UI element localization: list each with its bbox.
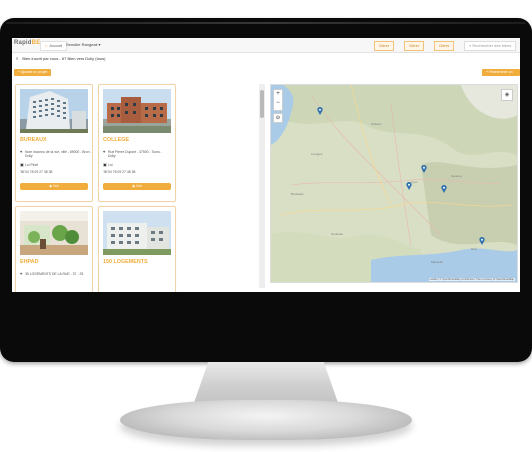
- search-property-button[interactable]: + Rechercher un bien: [482, 69, 520, 81]
- list-scrollbar[interactable]: [259, 84, 265, 288]
- view-button[interactable]: ◉ Voir: [20, 183, 88, 190]
- property-card[interactable]: COLLEGE ⌖ Rue Pierre Dupont - 37500 - Tou…: [98, 84, 176, 202]
- map-marker-icon[interactable]: [479, 237, 485, 245]
- map-marker-icon[interactable]: [441, 185, 447, 193]
- map-zoom-control[interactable]: + −: [273, 89, 283, 111]
- card-title: COLLEGE: [103, 137, 130, 143]
- card-address-line2: Dolly: [25, 154, 33, 158]
- results-title: ≡ Bien inscrit par vous - 67 Bien vers Do…: [16, 56, 106, 61]
- card-title: 150 LOGEMENTS: [103, 259, 148, 265]
- add-project-button[interactable]: + Ajouter un projet: [14, 69, 52, 76]
- card-type: ▣Loi: [103, 162, 113, 167]
- top-bar: RapidBE ⌂ Accueil Sensibe Rangeaii ▾ Gére…: [12, 38, 520, 53]
- svg-text:Marseille: Marseille: [431, 260, 443, 264]
- property-photo: [20, 211, 88, 255]
- monitor-stand-base: [120, 400, 412, 440]
- locate-icon[interactable]: ⊙: [273, 113, 283, 123]
- map-attribution[interactable]: Leaflet | © OpenStreetMap contributors, …: [428, 278, 515, 281]
- monitor: RapidBE ⌂ Accueil Sensibe Rangeaii ▾ Gére…: [0, 0, 532, 452]
- screen: RapidBE ⌂ Accueil Sensibe Rangeaii ▾ Gére…: [12, 38, 520, 292]
- map[interactable]: Limoges Lyon Genève Toulouse Marseille Nice …: [270, 84, 518, 283]
- map-marker-icon[interactable]: [421, 165, 427, 173]
- svg-text:Toulouse: Toulouse: [331, 232, 343, 236]
- property-card[interactable]: BUREAUX ⌖ Nom inconnu de la rue, ville - …: [15, 84, 93, 202]
- search-input[interactable]: ⌕ Rechercher des biens: [464, 41, 517, 51]
- card-address: ⌖ 35 LOGEMENTS DE LA RUE - 37 - 25: [20, 271, 84, 276]
- svg-text:Genève: Genève: [451, 174, 462, 178]
- zoom-in-button[interactable]: +: [274, 90, 282, 99]
- search-icon: ⌕: [469, 43, 472, 48]
- property-card[interactable]: 150 LOGEMENTS: [98, 206, 176, 292]
- topbar-button-2[interactable]: Gérer: [404, 41, 425, 51]
- map-tiles: LimogesLyonGenève ToulouseMarseilleNice …: [271, 85, 517, 282]
- property-photo: [103, 211, 171, 255]
- home-icon: ⌂: [45, 43, 48, 48]
- eye-icon: ◉: [49, 184, 53, 188]
- eye-icon: ◉: [132, 184, 136, 188]
- property-photo: [20, 89, 88, 133]
- property-photo: [103, 89, 171, 133]
- scrollbar-thumb[interactable]: [260, 90, 264, 118]
- svg-text:Limoges: Limoges: [311, 152, 323, 156]
- nav-project-select[interactable]: Sensibe Rangeaii ▾: [62, 41, 104, 49]
- view-button[interactable]: ◉ Voir: [103, 183, 171, 190]
- zoom-out-button[interactable]: −: [274, 99, 282, 108]
- list-icon: ≡: [16, 56, 19, 61]
- svg-text:Bordeaux: Bordeaux: [291, 192, 304, 196]
- card-title: BUREAUX: [20, 137, 47, 143]
- card-phone: ☏04 78 09 27 48 38: [103, 169, 136, 174]
- layers-icon[interactable]: ◈: [501, 89, 513, 101]
- map-marker-icon[interactable]: [406, 182, 412, 190]
- card-type: ▣Loi Pinel: [20, 162, 39, 167]
- sub-header: ≡ Bien inscrit par vous - 67 Bien vers Do…: [12, 53, 520, 63]
- card-phone: ☏04 78 09 27 38 38: [20, 169, 53, 174]
- map-marker-icon[interactable]: [317, 107, 323, 115]
- card-address-line2: Dolly: [108, 154, 116, 158]
- property-card[interactable]: EHPAD ⌖ 35 LOGEMENTS DE LA RUE - 37 - 25: [15, 206, 93, 292]
- topbar-button-3[interactable]: Gérer: [434, 41, 455, 51]
- svg-text:Lyon: Lyon: [411, 180, 418, 184]
- app-logo[interactable]: RapidBE: [14, 40, 40, 50]
- svg-text:Nice: Nice: [471, 247, 477, 251]
- card-title: EHPAD: [20, 259, 39, 265]
- topbar-button-1[interactable]: Gérer: [374, 41, 395, 51]
- svg-text:Orléans: Orléans: [371, 122, 382, 126]
